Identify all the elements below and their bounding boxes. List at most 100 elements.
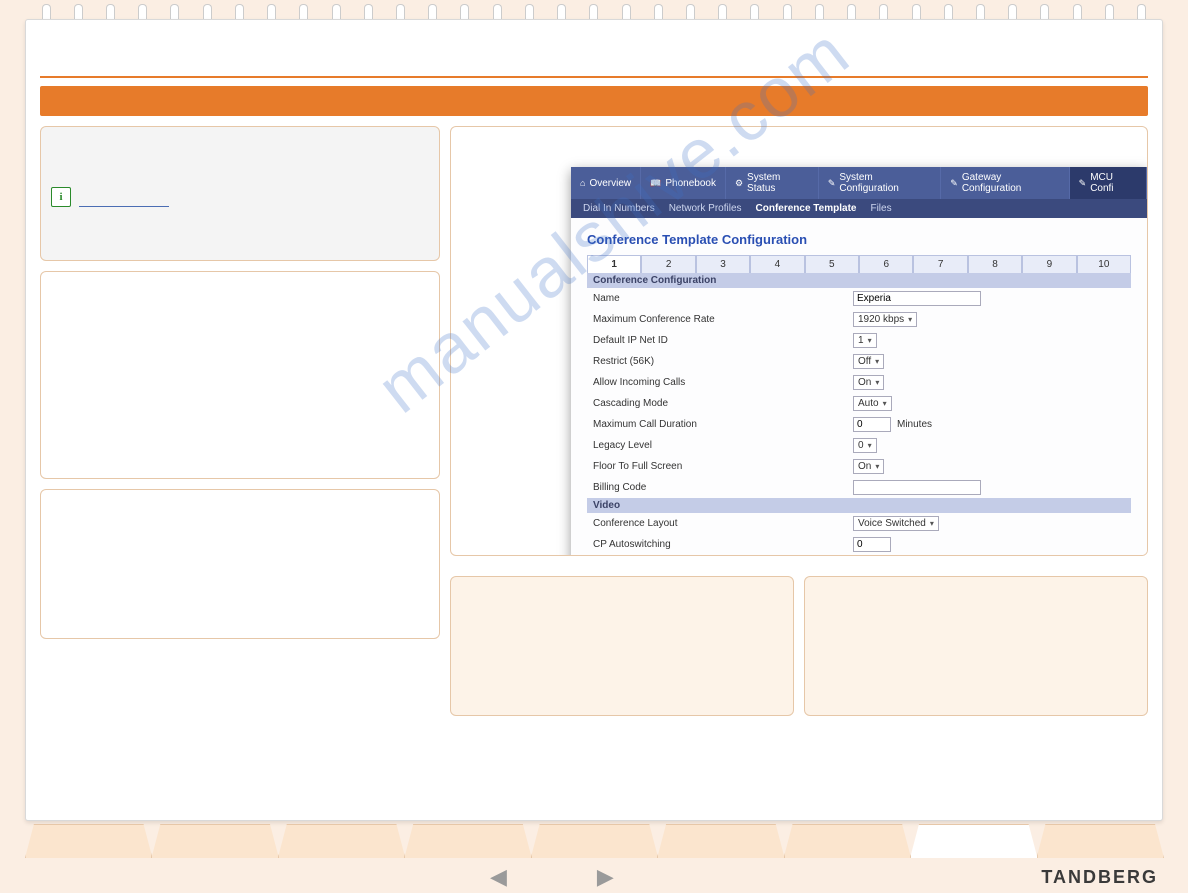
template-tab-2[interactable]: 2 bbox=[641, 255, 695, 273]
conf-label: Restrict (56K) bbox=[593, 356, 853, 367]
nav-tab-overview[interactable]: ⌂Overview bbox=[571, 167, 641, 199]
tab-label: System Status bbox=[747, 172, 809, 194]
tab-icon: ⚙ bbox=[735, 178, 743, 189]
template-tab-6[interactable]: 6 bbox=[859, 255, 913, 273]
chevron-down-icon: ▾ bbox=[908, 315, 912, 324]
nav-tab-system-status[interactable]: ⚙ System Status bbox=[726, 167, 819, 199]
chevron-down-icon: ▾ bbox=[868, 441, 872, 450]
unit-label: Minutes bbox=[897, 419, 932, 430]
subnav-files[interactable]: Files bbox=[870, 203, 891, 214]
conf-select-allow-incoming-calls[interactable]: On ▾ bbox=[853, 375, 884, 390]
select-value: On bbox=[858, 461, 871, 472]
left-card-2 bbox=[40, 271, 440, 479]
chevron-down-icon: ▾ bbox=[875, 357, 879, 366]
subnav-network-profiles[interactable]: Network Profiles bbox=[669, 203, 742, 214]
template-tab-5[interactable]: 5 bbox=[805, 255, 859, 273]
footer-tab-active[interactable] bbox=[910, 824, 1037, 858]
bottom-card-left bbox=[450, 576, 794, 716]
subnav-conference-template[interactable]: Conference Template bbox=[756, 203, 857, 214]
left-card-3 bbox=[40, 489, 440, 639]
tab-label: MCU Confi bbox=[1090, 172, 1137, 194]
video-row: Conference Layout Voice Switched ▾ bbox=[587, 513, 1131, 534]
conf-input-billing-code[interactable] bbox=[853, 480, 981, 495]
video-row: Video FormatAuto▾ bbox=[587, 555, 1131, 556]
subnav-dial-in-numbers[interactable]: Dial In Numbers bbox=[583, 203, 655, 214]
conf-select-legacy-level[interactable]: 0▾ bbox=[853, 438, 877, 453]
conf-label: Maximum Call Duration bbox=[593, 419, 853, 430]
chevron-down-icon: ▾ bbox=[868, 336, 872, 345]
footer-tab[interactable] bbox=[25, 824, 152, 858]
footer-tab[interactable] bbox=[657, 824, 784, 858]
nav-tab-phonebook[interactable]: 📖Phonebook bbox=[641, 167, 726, 199]
select-value: Auto bbox=[858, 398, 879, 409]
conf-row: Cascading Mode Auto ▾ bbox=[587, 393, 1131, 414]
footer-tab[interactable] bbox=[404, 824, 531, 858]
conf-select-restrict-(56k)[interactable]: Off ▾ bbox=[853, 354, 884, 369]
chevron-down-icon: ▾ bbox=[930, 519, 934, 528]
footer-tab[interactable] bbox=[784, 824, 911, 858]
select-value: 1 bbox=[858, 335, 864, 346]
chevron-down-icon: ▾ bbox=[875, 378, 879, 387]
conf-label: Default IP Net ID bbox=[593, 335, 853, 346]
conf-row: Restrict (56K) Off ▾ bbox=[587, 351, 1131, 372]
conf-label: Cascading Mode bbox=[593, 398, 853, 409]
select-value: Off bbox=[858, 356, 871, 367]
conf-label: Floor To Full Screen bbox=[593, 461, 853, 472]
info-icon: i bbox=[51, 187, 71, 207]
section-video: Video bbox=[587, 498, 1131, 513]
screenshot-panel: ⌂Overview📖Phonebook⚙System Status✎System… bbox=[450, 126, 1148, 556]
footer-tab[interactable] bbox=[278, 824, 405, 858]
tab-icon: ✎ bbox=[950, 178, 958, 189]
template-tab-1[interactable]: 1 bbox=[587, 255, 641, 273]
tab-label: Gateway Configuration bbox=[962, 172, 1060, 194]
template-tab-3[interactable]: 3 bbox=[696, 255, 750, 273]
conf-input-maximum-call-duration[interactable] bbox=[853, 417, 891, 432]
tab-label: System Configuration bbox=[839, 172, 931, 194]
tab-icon: ✎ bbox=[1079, 178, 1087, 189]
conf-label: Maximum Conference Rate bbox=[593, 314, 853, 325]
conf-select-cascading-mode[interactable]: Auto ▾ bbox=[853, 396, 892, 411]
conf-row: Default IP Net ID1▾ bbox=[587, 330, 1131, 351]
template-tab-9[interactable]: 9 bbox=[1022, 255, 1076, 273]
tab-icon: ✎ bbox=[828, 178, 836, 189]
nav-tab-mcu-confi[interactable]: ✎MCU Confi bbox=[1070, 167, 1147, 199]
conf-row: Maximum Call Duration Minutes bbox=[587, 414, 1131, 435]
config-title: Conference Template Configuration bbox=[587, 232, 1131, 247]
conf-row: Legacy Level0▾ bbox=[587, 435, 1131, 456]
nav-tab-gateway-configuration[interactable]: ✎ Gateway Configuration bbox=[941, 167, 1069, 199]
select-value: 0 bbox=[858, 440, 864, 451]
video-input-cp-autoswitching[interactable] bbox=[853, 537, 891, 552]
tab-label: Overview bbox=[589, 178, 631, 189]
select-value: Voice Switched bbox=[858, 518, 926, 529]
footer-tab[interactable] bbox=[531, 824, 658, 858]
conf-select-floor-to-full-screen[interactable]: On▾ bbox=[853, 459, 884, 474]
bottom-card-right bbox=[804, 576, 1148, 716]
conf-row: Billing Code bbox=[587, 477, 1131, 498]
video-label: Conference Layout bbox=[593, 518, 853, 529]
video-label: CP Autoswitching bbox=[593, 539, 853, 550]
next-page-icon[interactable]: ▶ bbox=[597, 864, 614, 890]
conf-label: Legacy Level bbox=[593, 440, 853, 451]
video-select-conference-layout[interactable]: Voice Switched ▾ bbox=[853, 516, 939, 531]
template-tab-10[interactable]: 10 bbox=[1077, 255, 1131, 273]
prev-page-icon[interactable]: ◀ bbox=[490, 864, 507, 890]
select-value: 1920 kbps bbox=[858, 314, 904, 325]
info-link[interactable] bbox=[79, 205, 169, 207]
template-tab-4[interactable]: 4 bbox=[750, 255, 804, 273]
conf-row: Maximum Conference Rate 1920 kbps ▾ bbox=[587, 309, 1131, 330]
nav-tab-system-configuration[interactable]: ✎System Configuration bbox=[819, 167, 941, 199]
template-tab-7[interactable]: 7 bbox=[913, 255, 967, 273]
template-tab-8[interactable]: 8 bbox=[968, 255, 1022, 273]
conf-label: Billing Code bbox=[593, 482, 853, 493]
chevron-down-icon: ▾ bbox=[883, 399, 887, 408]
conf-row: Allow Incoming Calls On ▾ bbox=[587, 372, 1131, 393]
conf-label: Allow Incoming Calls bbox=[593, 377, 853, 388]
conf-input-name[interactable] bbox=[853, 291, 981, 306]
footer-tab[interactable] bbox=[151, 824, 278, 858]
conf-select-maximum-conference-rate[interactable]: 1920 kbps ▾ bbox=[853, 312, 917, 327]
section-conference: Conference Configuration bbox=[587, 273, 1131, 288]
footer-tab[interactable] bbox=[1037, 824, 1164, 858]
conf-row: Name bbox=[587, 288, 1131, 309]
conf-select-default-ip-net-id[interactable]: 1▾ bbox=[853, 333, 877, 348]
select-value: On bbox=[858, 377, 871, 388]
